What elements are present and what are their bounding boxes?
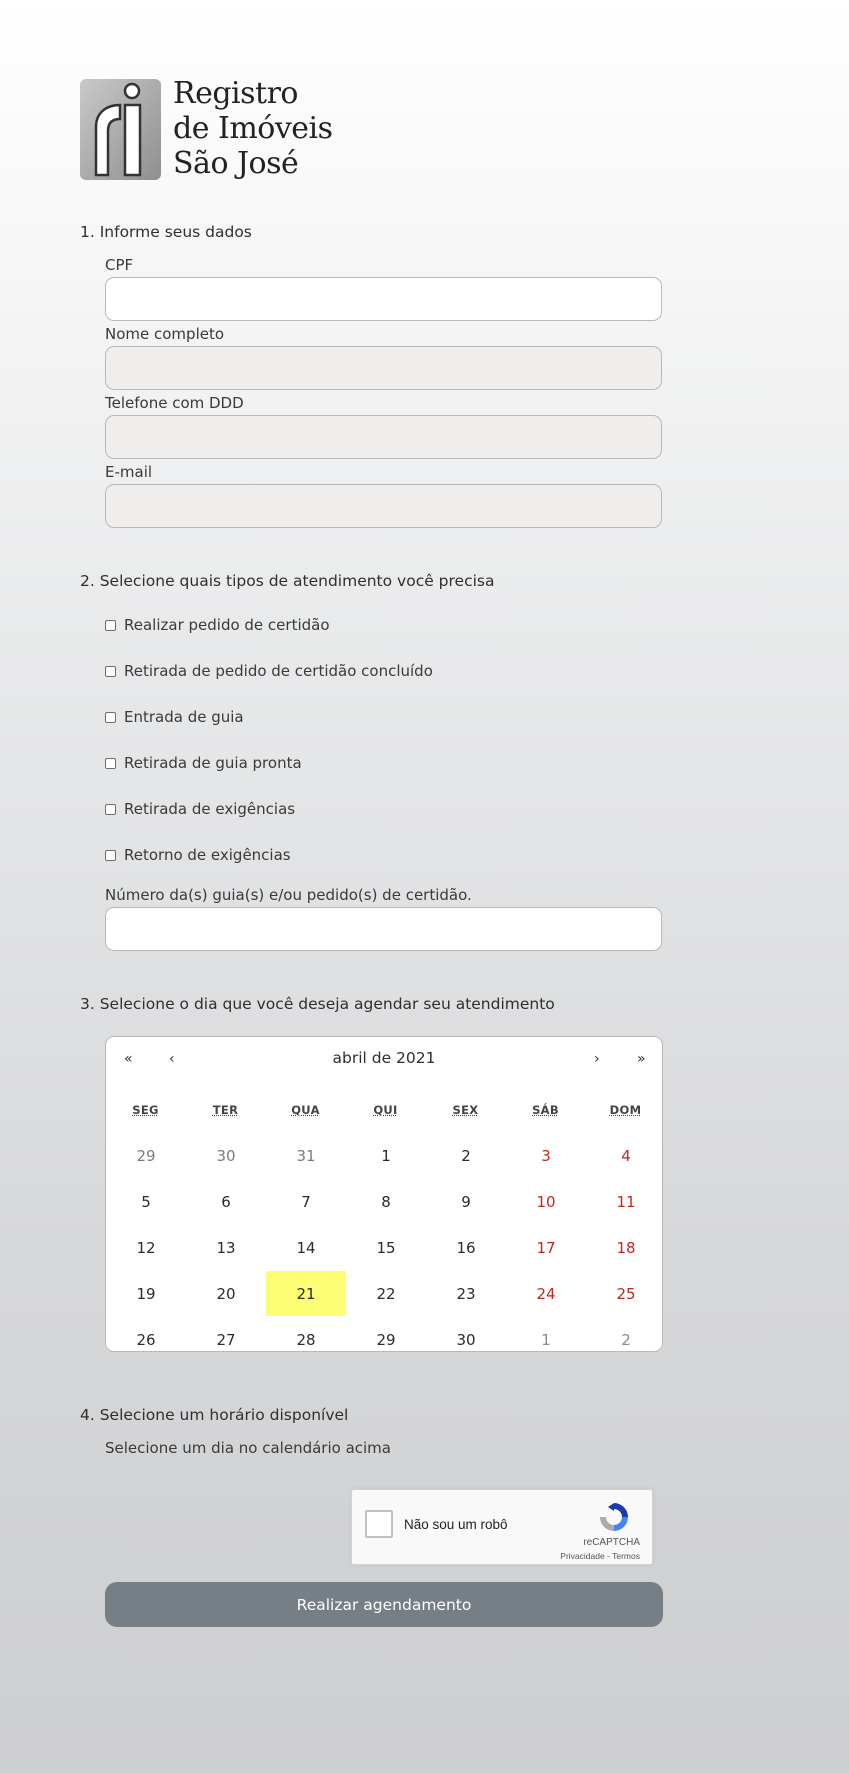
- email-label: E-mail: [105, 463, 153, 481]
- calendar-day[interactable]: 22: [346, 1271, 426, 1316]
- calendar-day[interactable]: 7: [266, 1179, 346, 1224]
- service-option-label: Retorno de exigências: [124, 846, 291, 864]
- calendar-day[interactable]: 3: [506, 1133, 586, 1178]
- calendar-day[interactable]: 28: [266, 1317, 346, 1362]
- service-option-label: Realizar pedido de certidão: [124, 616, 330, 634]
- calendar-day[interactable]: 25: [586, 1271, 666, 1316]
- recaptcha-logo-icon: [600, 1503, 628, 1531]
- service-option-label: Entrada de guia: [124, 708, 244, 726]
- checkbox[interactable]: [105, 665, 116, 677]
- calendar-day[interactable]: 11: [586, 1179, 666, 1224]
- calendar-day[interactable]: 13: [186, 1225, 266, 1270]
- calendar-day[interactable]: 2: [426, 1133, 506, 1178]
- checkbox[interactable]: [105, 711, 116, 723]
- weekday-header: SEX: [452, 1103, 479, 1117]
- calendar-day[interactable]: 10: [506, 1179, 586, 1224]
- checkbox[interactable]: [105, 803, 116, 815]
- calendar-day[interactable]: 15: [346, 1225, 426, 1270]
- calendar-day[interactable]: 26: [106, 1317, 186, 1362]
- recaptcha-label: Não sou um robô: [404, 1517, 508, 1532]
- weekday-header: SÁB: [532, 1103, 559, 1117]
- calendar-day[interactable]: 31: [266, 1133, 346, 1178]
- service-option-retorno-exigencias[interactable]: Retorno de exigências: [105, 845, 291, 865]
- weekday-header: QUI: [373, 1103, 398, 1117]
- weekday-header: SEG: [132, 1103, 159, 1117]
- calendar-day[interactable]: 1: [506, 1317, 586, 1362]
- calendar-day[interactable]: 30: [426, 1317, 506, 1362]
- service-option-certidao[interactable]: Realizar pedido de certidão: [105, 615, 330, 635]
- calendar-month-label[interactable]: abril de 2021: [106, 1049, 662, 1067]
- calendar-day[interactable]: 17: [506, 1225, 586, 1270]
- phone-label: Telefone com DDD: [105, 394, 244, 412]
- logo-line-2: de Imóveis: [173, 111, 333, 146]
- calendar-day[interactable]: 2: [586, 1317, 666, 1362]
- phone-field[interactable]: [105, 415, 662, 459]
- recaptcha-link-separator: -: [604, 1551, 613, 1561]
- guide-numbers-field[interactable]: [105, 907, 662, 951]
- submit-booking-button[interactable]: Realizar agendamento: [105, 1582, 663, 1627]
- guide-numbers-label: Número da(s) guia(s) e/ou pedido(s) de c…: [105, 886, 472, 904]
- calendar-day[interactable]: 19: [106, 1271, 186, 1316]
- calendar-day[interactable]: 1: [346, 1133, 426, 1178]
- calendar-day[interactable]: 30: [186, 1133, 266, 1178]
- service-option-retirada-certidao[interactable]: Retirada de pedido de certidão concluído: [105, 661, 433, 681]
- calendar-day[interactable]: 23: [426, 1271, 506, 1316]
- recaptcha-widget: Não sou um robô reCAPTCHA Privacidade - …: [351, 1489, 653, 1565]
- cpf-label: CPF: [105, 256, 134, 274]
- calendar-day[interactable]: 16: [426, 1225, 506, 1270]
- service-option-entrada-guia[interactable]: Entrada de guia: [105, 707, 244, 727]
- calendar-day[interactable]: 12: [106, 1225, 186, 1270]
- cpf-field[interactable]: [105, 277, 662, 321]
- email-field[interactable]: [105, 484, 662, 528]
- logo-line-3: São José: [173, 146, 299, 181]
- calendar-day[interactable]: 29: [346, 1317, 426, 1362]
- logo-line-1: Registro: [173, 76, 299, 111]
- section-2-title: 2. Selecione quais tipos de atendimento …: [80, 572, 495, 590]
- calendar-day[interactable]: 6: [186, 1179, 266, 1224]
- service-option-retirada-guia[interactable]: Retirada de guia pronta: [105, 753, 302, 773]
- checkbox[interactable]: [105, 757, 116, 769]
- calendar: abril de 2021 « ‹ › » SEG TER QUA QUI SEX SÁB…: [105, 1036, 663, 1352]
- calendar-day[interactable]: 27: [186, 1317, 266, 1362]
- logo-text: Registro de Imóveis São José: [173, 76, 393, 181]
- section-4-title: 4. Selecione um horário disponível: [80, 1406, 349, 1424]
- checkbox[interactable]: [105, 849, 116, 861]
- recaptcha-terms-link[interactable]: Termos: [612, 1551, 640, 1561]
- logo-icon: [80, 79, 161, 180]
- weekday-header: QUA: [291, 1103, 320, 1117]
- calendar-day[interactable]: 20: [186, 1271, 266, 1316]
- recaptcha-checkbox[interactable]: [365, 1510, 393, 1538]
- calendar-day[interactable]: 18: [586, 1225, 666, 1270]
- service-option-label: Retirada de pedido de certidão concluído: [124, 662, 433, 680]
- calendar-day[interactable]: 14: [266, 1225, 346, 1270]
- service-option-label: Retirada de exigências: [124, 800, 296, 818]
- calendar-prev-button[interactable]: ‹: [169, 1051, 175, 1067]
- recaptcha-privacy-link[interactable]: Privacidade: [560, 1551, 604, 1561]
- calendar-day[interactable]: 9: [426, 1179, 506, 1224]
- calendar-day[interactable]: 8: [346, 1179, 426, 1224]
- weekday-header: DOM: [609, 1103, 642, 1117]
- time-slot-hint: Selecione um dia no calendário acima: [105, 1439, 391, 1457]
- checkbox[interactable]: [105, 619, 116, 631]
- calendar-next-button[interactable]: ›: [594, 1051, 600, 1067]
- name-field[interactable]: [105, 346, 662, 390]
- name-label: Nome completo: [105, 325, 225, 343]
- calendar-day[interactable]: 5: [106, 1179, 186, 1224]
- calendar-day[interactable]: 29: [106, 1133, 186, 1178]
- calendar-day[interactable]: 24: [506, 1271, 586, 1316]
- service-option-retirada-exigencias[interactable]: Retirada de exigências: [105, 799, 295, 819]
- calendar-last-button[interactable]: »: [637, 1051, 646, 1067]
- calendar-day[interactable]: 4: [586, 1133, 666, 1178]
- calendar-day[interactable]: 21: [266, 1271, 346, 1316]
- section-3-title: 3. Selecione o dia que você deseja agend…: [80, 995, 555, 1013]
- service-option-label: Retirada de guia pronta: [124, 754, 302, 772]
- recaptcha-brand: reCAPTCHA: [583, 1537, 640, 1548]
- weekday-header: TER: [212, 1103, 239, 1117]
- calendar-first-button[interactable]: «: [124, 1051, 133, 1067]
- recaptcha-links: Privacidade - Termos: [560, 1551, 640, 1561]
- section-1-title: 1. Informe seus dados: [80, 223, 252, 241]
